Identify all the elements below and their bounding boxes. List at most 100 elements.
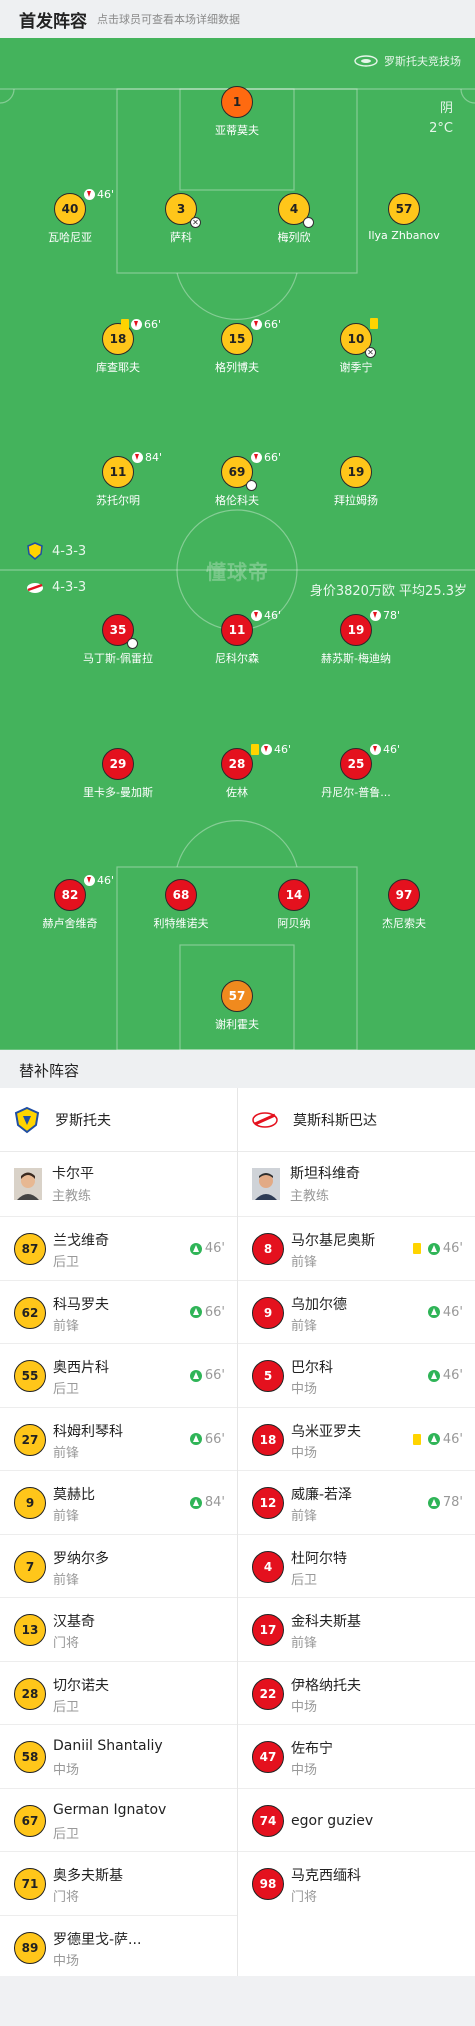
away-sub-row[interactable]: 22 伊格纳托夫 中场 — [238, 1660, 475, 1725]
player-number: 14 — [278, 879, 310, 911]
away-formation-text: 4-3-3 — [52, 580, 87, 595]
player-name: 梅列欣 — [277, 231, 311, 244]
sub-in-event: 66' — [189, 1305, 225, 1320]
sub-name: 科姆利琴科 — [53, 1423, 123, 1440]
sub-in-event: 84' — [189, 1495, 225, 1510]
sub-in-event: 78' — [427, 1495, 463, 1510]
sub-in-time: 66' — [204, 1431, 225, 1447]
sub-name: 金科夫斯基 — [291, 1614, 361, 1630]
sub-in-time: 46' — [442, 1368, 463, 1383]
away-player[interactable]: 28 佐林 46' — [182, 743, 292, 802]
home-sub-row[interactable]: 55 奥西片科 后卫 66' — [0, 1343, 237, 1407]
away-player[interactable]: 29 里卡多-曼加斯 — [63, 748, 173, 802]
sub-number: 7 — [14, 1550, 46, 1583]
away-player[interactable]: 19 赫苏斯-梅迪纳 78' — [301, 609, 411, 668]
sub-position: 后卫 — [53, 1255, 80, 1270]
sub-name: 汉基奇 — [53, 1614, 95, 1630]
away-sub-row[interactable]: 17 金科夫斯基 前锋 — [238, 1597, 475, 1661]
home-sub-row[interactable]: 13 汉基奇 门将 — [0, 1597, 237, 1661]
home-sub-row[interactable]: 71 奥多夫斯基 门将 — [0, 1851, 237, 1915]
sub-position: 后卫 — [291, 1572, 318, 1588]
sub-number: 12 — [252, 1487, 284, 1519]
home-player[interactable]: 15 格列博夫 66' — [182, 318, 292, 377]
player-number: 15 — [221, 323, 253, 355]
sub-position: 前锋 — [291, 1318, 318, 1334]
home-player[interactable]: 3 萨科 ✕ — [126, 193, 236, 247]
away-sub-row[interactable]: 74 egor guziev — [238, 1787, 475, 1852]
sub-number: 87 — [14, 1233, 46, 1265]
sub-name: Daniil Shantaliy — [53, 1738, 163, 1754]
player-name: 佐林 — [226, 786, 248, 799]
home-sub-row[interactable]: 7 罗纳尔多 前锋 — [0, 1533, 237, 1598]
away-player[interactable]: 68 利特维诺夫 — [126, 879, 236, 933]
sub-in-icon — [189, 1369, 202, 1382]
player-name: 阿贝纳 — [277, 917, 311, 930]
home-sub-row[interactable]: 28 切尔诺夫 后卫 — [0, 1660, 237, 1725]
player-events: 84' — [132, 451, 162, 464]
sub-time: 66' — [144, 318, 162, 331]
sub-number: 74 — [252, 1804, 284, 1837]
home-coach-row[interactable]: 卡尔平 主教练 — [0, 1152, 237, 1216]
home-player[interactable]: 18 库查耶夫 66' — [63, 318, 173, 377]
away-player[interactable]: 11 尼科尔森 46' — [182, 609, 292, 668]
away-sub-row[interactable]: 9 乌加尔德 前锋 46' — [238, 1279, 475, 1344]
player-name: 苏托尔明 — [96, 494, 140, 507]
home-sub-row[interactable]: 9 莫赫比 前锋 84' — [0, 1470, 237, 1534]
sub-name: 乌米亚罗夫 — [291, 1423, 361, 1440]
away-sub-row[interactable]: 12 威廉-若泽 前锋 78' — [238, 1470, 475, 1534]
goal-ball-icon — [127, 638, 138, 649]
home-player[interactable]: 1 亚蒂莫夫 — [182, 86, 292, 140]
sub-name: 莫赫比 — [53, 1487, 95, 1503]
sub-position: 前锋 — [291, 1509, 318, 1524]
sub-time: 46' — [97, 874, 115, 887]
away-player[interactable]: 57 谢利霍夫 — [182, 980, 292, 1034]
sub-name: 巴尔科 — [291, 1360, 333, 1376]
sub-name: 罗纳尔多 — [53, 1550, 109, 1567]
player-name: 赫苏斯-梅迪纳 — [321, 652, 391, 665]
player-number: 28 — [221, 748, 253, 780]
away-sub-row[interactable]: 5 巴尔科 中场 46' — [238, 1343, 475, 1407]
away-player[interactable]: 35 马丁斯-佩雷拉 — [63, 614, 173, 668]
sub-position: 中场 — [291, 1445, 318, 1461]
home-player[interactable]: 4 梅列欣 — [239, 193, 349, 247]
home-player[interactable]: 10 谢季宁 ✕ — [301, 318, 411, 377]
sub-name: 伊格纳托夫 — [291, 1677, 361, 1694]
away-coach-row[interactable]: 斯坦科维奇 主教练 — [238, 1152, 475, 1216]
home-player[interactable]: 40 瓦哈尼亚 46' — [15, 188, 125, 247]
home-sub-row[interactable]: 62 科马罗夫 前锋 66' — [0, 1279, 237, 1344]
away-player[interactable]: 82 赫卢舍维奇 46' — [15, 874, 125, 933]
away-sub-row[interactable]: 18 乌米亚罗夫 中场 46' — [238, 1406, 475, 1471]
sub-time: 46' — [264, 609, 282, 622]
subs-header: 替补阵容 — [0, 1050, 475, 1088]
home-sub-row[interactable]: 87 兰戈维奇 后卫 46' — [0, 1216, 237, 1280]
sub-out-icon — [251, 610, 262, 621]
player-name: 拜拉姆扬 — [334, 494, 378, 507]
away-sub-row[interactable]: 47 佐布宁 中场 — [238, 1724, 475, 1788]
away-player[interactable]: 14 阿贝纳 — [239, 879, 349, 933]
player-name: 格伦科夫 — [215, 494, 259, 507]
away-player[interactable]: 25 丹尼尔-普鲁... 46' — [301, 743, 411, 802]
home-player[interactable]: 69 格伦科夫 66' — [182, 451, 292, 510]
sub-number: 17 — [252, 1614, 284, 1646]
player-name: 瓦哈尼亚 — [48, 231, 92, 244]
home-sub-row[interactable]: 58 Daniil Shantaliy 中场 — [0, 1724, 237, 1788]
sub-out-icon — [251, 319, 262, 330]
away-player[interactable]: 97 杰尼索夫 — [349, 879, 459, 933]
home-sub-row[interactable]: 67 German Ignatov 后卫 — [0, 1787, 237, 1852]
player-number: 25 — [340, 748, 372, 780]
away-sub-row[interactable]: 4 杜阿尔特 后卫 — [238, 1533, 475, 1598]
player-number: 1 — [221, 86, 253, 118]
sub-number: 98 — [252, 1868, 284, 1900]
player-number: 19 — [340, 456, 372, 488]
bottom-spacer — [0, 1976, 475, 2026]
lineup-title: 首发阵容 — [19, 12, 87, 32]
away-sub-row[interactable]: 8 马尔基尼奥斯 前锋 46' — [238, 1216, 475, 1280]
home-sub-row[interactable]: 27 科姆利琴科 前锋 66' — [0, 1406, 237, 1471]
home-sub-row[interactable]: 89 罗德里戈-萨... 中场 — [0, 1914, 237, 1979]
home-player[interactable]: 19 拜拉姆扬 — [301, 456, 411, 510]
sub-in-icon — [427, 1369, 440, 1382]
away-sub-row[interactable]: 98 马克西缅科 门将 — [238, 1851, 475, 1915]
home-player[interactable]: 57 Ilya Zhbanov — [349, 193, 459, 247]
sub-out-icon — [131, 319, 142, 330]
home-player[interactable]: 11 苏托尔明 84' — [63, 451, 173, 510]
